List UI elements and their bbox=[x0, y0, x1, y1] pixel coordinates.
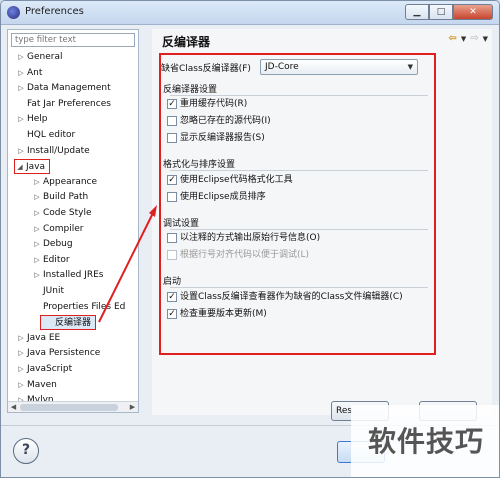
tree-item-label: 反编译器 bbox=[55, 318, 92, 329]
tree-item[interactable]: ▷ Java EE bbox=[16, 331, 61, 346]
forward-menu-icon[interactable]: ▼ bbox=[483, 35, 488, 43]
tree-item-label: Installed JREs bbox=[43, 270, 104, 281]
tree-item[interactable]: ▷ Install/Update bbox=[16, 144, 91, 159]
history-nav: ⇦ ▼ ⇨ ▼ bbox=[448, 33, 488, 44]
tree-item[interactable]: ▷ Java Persistence bbox=[16, 346, 101, 361]
title-bar: Preferences ▁ □ ✕ bbox=[1, 1, 499, 25]
tree-item-label: Ant bbox=[27, 67, 43, 78]
tree-item[interactable]: HQL editor bbox=[16, 128, 76, 143]
back-menu-icon[interactable]: ▼ bbox=[461, 35, 466, 43]
tree-item-label: Java EE bbox=[27, 332, 61, 343]
expand-toggle-icon[interactable]: ▷ bbox=[16, 112, 26, 127]
tree-item-label: Fat Jar Preferences bbox=[27, 98, 111, 109]
tree-item[interactable]: ▷ Data Management bbox=[16, 81, 112, 96]
expand-toggle-icon[interactable]: ▷ bbox=[16, 378, 26, 393]
expand-toggle-icon[interactable]: ▷ bbox=[16, 66, 26, 81]
tree-item-label: Editor bbox=[43, 254, 70, 265]
tree-item[interactable]: ▷ Maven bbox=[16, 378, 58, 393]
maximize-icon[interactable]: □ bbox=[429, 4, 453, 20]
expand-toggle-icon[interactable]: ▷ bbox=[32, 206, 42, 221]
tree-item[interactable]: ▷ Installed JREs bbox=[32, 268, 105, 283]
tree-item-label: JavaScript bbox=[27, 364, 73, 374]
tree-item-label: Java bbox=[26, 162, 46, 173]
tree-item[interactable]: ◢ Java bbox=[14, 159, 51, 175]
help-icon[interactable]: ? bbox=[13, 438, 39, 464]
page-title: 反编译器 bbox=[162, 35, 211, 49]
preferences-window: Preferences ▁ □ ✕ ▷General▷Ant▷Data Mana… bbox=[0, 0, 500, 478]
tree-item-label: Maven bbox=[27, 379, 57, 390]
expand-toggle-icon[interactable]: ▷ bbox=[32, 237, 42, 252]
close-icon[interactable]: ✕ bbox=[453, 4, 493, 20]
tree-item-label: Compiler bbox=[43, 223, 84, 234]
tree-item[interactable]: ▷ Appearance bbox=[32, 175, 98, 190]
window-controls: ▁ □ ✕ bbox=[405, 4, 493, 20]
annotation-highlight-box bbox=[159, 53, 436, 355]
expand-toggle-icon[interactable]: ▷ bbox=[32, 190, 42, 205]
tree-item-label: Data Management bbox=[27, 83, 111, 94]
tree-item[interactable]: JUnit bbox=[32, 284, 65, 299]
minimize-icon[interactable]: ▁ bbox=[405, 4, 429, 20]
expand-toggle-icon[interactable]: ▷ bbox=[16, 362, 26, 377]
tree-item-label: JUnit bbox=[43, 286, 64, 296]
tree-item-label: Properties Files Ed bbox=[43, 301, 126, 312]
tree-item[interactable]: Properties Files Ed bbox=[32, 300, 126, 315]
tree-item[interactable]: ▷ JavaScript bbox=[16, 362, 73, 377]
tree-item[interactable]: ▷ Debug bbox=[32, 237, 74, 252]
tree-item[interactable]: ▷ Help bbox=[16, 112, 49, 127]
window-title: Preferences bbox=[25, 6, 84, 17]
forward-arrow-icon[interactable]: ⇨ bbox=[470, 33, 478, 44]
tree-item-label: Build Path bbox=[43, 192, 89, 203]
expand-toggle-icon[interactable]: ▷ bbox=[32, 253, 42, 268]
preferences-tree-pane: ▷General▷Ant▷Data ManagementFat Jar Pref… bbox=[7, 29, 139, 413]
scroll-right-icon[interactable]: ▶ bbox=[127, 402, 138, 413]
tree-item-label: Help bbox=[27, 114, 48, 125]
watermark-text: 软件技巧 bbox=[351, 405, 499, 477]
expand-toggle-icon[interactable]: ▷ bbox=[16, 331, 26, 346]
tree-item[interactable]: ▷ Compiler bbox=[32, 222, 85, 237]
tree-item[interactable]: ▷ Editor bbox=[32, 253, 71, 268]
expand-toggle-icon[interactable]: ▷ bbox=[16, 81, 26, 96]
back-arrow-icon[interactable]: ⇦ bbox=[448, 33, 456, 44]
tree-item[interactable]: ▷ Build Path bbox=[32, 190, 89, 205]
tree-item[interactable]: ▷ General bbox=[16, 50, 63, 65]
expand-toggle-icon[interactable]: ◢ bbox=[15, 160, 25, 175]
tree-item-label: Appearance bbox=[43, 176, 98, 187]
expand-toggle-icon[interactable]: ▷ bbox=[16, 144, 26, 159]
preference-page: 反编译器 ⇦ ▼ ⇨ ▼ 缺省Class反编译器(F) JD-Core ▼ 反编… bbox=[152, 29, 492, 415]
tree-item-label: Install/Update bbox=[27, 145, 90, 156]
tree-item[interactable]: ▷ Code Style bbox=[32, 206, 93, 221]
expand-toggle-icon[interactable]: ▷ bbox=[32, 268, 42, 283]
tree-item[interactable]: Fat Jar Preferences bbox=[16, 97, 112, 112]
filter-input[interactable] bbox=[11, 33, 135, 47]
expand-toggle-icon[interactable]: ▷ bbox=[16, 346, 26, 361]
tree-item[interactable]: ▷ Ant bbox=[16, 66, 43, 81]
tree-item-label: HQL editor bbox=[27, 130, 76, 140]
tree-item-label: Code Style bbox=[43, 208, 92, 218]
tree-item-label: Java Persistence bbox=[27, 348, 101, 359]
expand-toggle-icon[interactable]: ▷ bbox=[16, 50, 26, 65]
scrollbar-thumb[interactable] bbox=[20, 404, 118, 411]
tree-item[interactable]: 反编译器 bbox=[40, 315, 97, 331]
tree-item-label: General bbox=[27, 52, 63, 62]
expand-toggle-icon[interactable]: ▷ bbox=[32, 175, 42, 190]
tree-item-label: Debug bbox=[43, 239, 73, 250]
eclipse-icon bbox=[7, 6, 20, 19]
expand-toggle-icon[interactable]: ▷ bbox=[32, 222, 42, 237]
horizontal-scrollbar[interactable]: ◀ ▶ bbox=[8, 401, 138, 412]
scroll-left-icon[interactable]: ◀ bbox=[8, 402, 19, 413]
